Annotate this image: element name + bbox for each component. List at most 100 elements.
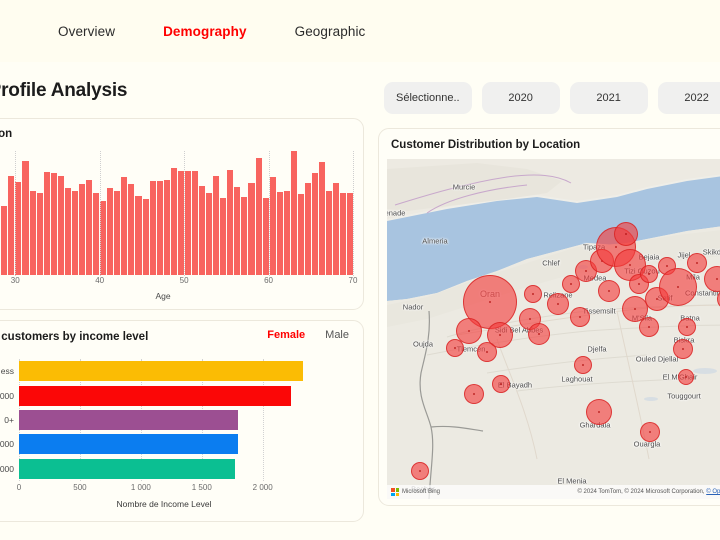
age-bar[interactable] — [150, 181, 156, 275]
age-bar[interactable] — [340, 193, 346, 275]
income-bar[interactable] — [19, 459, 235, 479]
income-category-label: ess — [1, 366, 14, 376]
map-bubble[interactable] — [464, 384, 484, 404]
age-bar[interactable] — [171, 168, 177, 275]
age-bar[interactable] — [178, 171, 184, 275]
age-bar[interactable] — [51, 173, 57, 275]
income-bar[interactable] — [19, 434, 238, 454]
age-bar[interactable] — [199, 186, 205, 275]
age-bar[interactable] — [164, 180, 170, 275]
nav-tab-demography[interactable]: Demography — [163, 24, 247, 39]
income-bar[interactable] — [19, 386, 291, 406]
legend-item-female[interactable]: Female — [267, 329, 305, 341]
age-bar[interactable] — [185, 171, 191, 275]
age-bar[interactable] — [333, 183, 339, 275]
map-bubble[interactable] — [614, 222, 638, 246]
age-bar[interactable] — [65, 188, 71, 275]
age-bar[interactable] — [58, 176, 64, 275]
age-bar[interactable] — [248, 183, 254, 275]
map-bubble[interactable] — [574, 356, 592, 374]
income-category-label: 000 — [0, 464, 14, 474]
income-bar-row: 000 — [19, 434, 309, 454]
map-bubble[interactable] — [678, 369, 694, 385]
age-bar[interactable] — [157, 181, 163, 275]
income-bar[interactable] — [19, 361, 303, 381]
nav-tab-geographic[interactable]: Geographic — [295, 24, 366, 39]
age-bar[interactable] — [298, 194, 304, 275]
age-bar[interactable] — [72, 191, 78, 275]
age-bar[interactable] — [114, 191, 120, 275]
age-bar[interactable] — [213, 176, 219, 275]
age-bar[interactable] — [100, 201, 106, 275]
age-bar[interactable] — [206, 193, 212, 275]
age-bar[interactable] — [79, 184, 85, 275]
map-city-label: Murcie — [453, 183, 476, 192]
income-category-label: 000 — [0, 391, 14, 401]
slicer-button-select-all[interactable]: Sélectionne.. — [384, 82, 472, 114]
map-bubble[interactable] — [640, 265, 658, 283]
map-bubble[interactable] — [547, 293, 569, 315]
map-bubble[interactable] — [586, 399, 612, 425]
age-bar[interactable] — [192, 171, 198, 275]
map-city-label: Chlef — [542, 259, 560, 268]
map-bubble[interactable] — [687, 253, 707, 273]
age-bar[interactable] — [319, 162, 325, 275]
age-tick-label: 70 — [349, 276, 358, 285]
age-bar[interactable] — [241, 197, 247, 275]
copyright-text: © 2024 TomTom, © 2024 Microsoft Corporat… — [577, 489, 706, 495]
map-bubble[interactable] — [598, 280, 620, 302]
openstreetmap-link[interactable]: © Open — [706, 489, 720, 495]
map-bubble[interactable] — [528, 323, 550, 345]
map-bubble[interactable] — [678, 318, 696, 336]
age-bar[interactable] — [284, 191, 290, 275]
map-bubble[interactable] — [673, 339, 693, 359]
age-bar[interactable] — [270, 177, 276, 275]
age-bar[interactable] — [312, 173, 318, 275]
age-gridline — [100, 151, 101, 276]
map-bubble[interactable] — [639, 317, 659, 337]
income-bar-chart[interactable]: ess0000+000000 — [19, 359, 309, 481]
age-histogram[interactable] — [0, 151, 353, 275]
map-bubble[interactable] — [411, 462, 429, 480]
map-bubble[interactable] — [524, 285, 542, 303]
age-bar[interactable] — [277, 192, 283, 275]
age-bar[interactable] — [37, 193, 43, 275]
age-bar[interactable] — [227, 170, 233, 275]
map-bubble[interactable] — [492, 375, 510, 393]
slicer-button-2022[interactable]: 2022 — [658, 82, 720, 114]
age-bar[interactable] — [220, 198, 226, 275]
age-bar[interactable] — [15, 182, 21, 275]
income-bar[interactable] — [19, 410, 238, 430]
age-bar[interactable] — [135, 196, 141, 275]
age-bar[interactable] — [86, 180, 92, 275]
age-bar[interactable] — [93, 193, 99, 275]
age-bar[interactable] — [305, 183, 311, 275]
age-bar[interactable] — [1, 206, 7, 275]
age-bar[interactable] — [143, 199, 149, 275]
bing-map[interactable]: MurcieenadeAlmeriaNadorOujdaOranTlemcenS… — [387, 159, 720, 499]
age-x-axis-label: Age — [0, 291, 353, 301]
age-bar[interactable] — [326, 191, 332, 275]
age-tick-label: 40 — [95, 276, 104, 285]
age-bar[interactable] — [121, 177, 127, 275]
slicer-button-2020[interactable]: 2020 — [482, 82, 560, 114]
age-bar[interactable] — [234, 187, 240, 275]
age-bar[interactable] — [128, 184, 134, 275]
nav-tab-overview[interactable]: Overview — [58, 24, 115, 39]
age-bar[interactable] — [44, 172, 50, 275]
map-bubble[interactable] — [446, 339, 464, 357]
map-bubble[interactable] — [477, 342, 497, 362]
map-bubble[interactable] — [659, 268, 697, 306]
age-bar[interactable] — [30, 191, 36, 275]
map-bubble[interactable] — [570, 307, 590, 327]
slicer-button-2021[interactable]: 2021 — [570, 82, 648, 114]
income-bar-list: ess0000+000000 — [19, 359, 309, 481]
age-bar[interactable] — [8, 176, 14, 275]
age-bar[interactable] — [22, 161, 28, 275]
age-bar[interactable] — [107, 188, 113, 275]
age-bar[interactable] — [256, 158, 262, 275]
legend-item-male[interactable]: Male — [325, 329, 349, 341]
age-distribution-card: oution 3040506070 Age — [0, 118, 364, 310]
map-bubble[interactable] — [640, 422, 660, 442]
age-bar[interactable] — [291, 151, 297, 275]
